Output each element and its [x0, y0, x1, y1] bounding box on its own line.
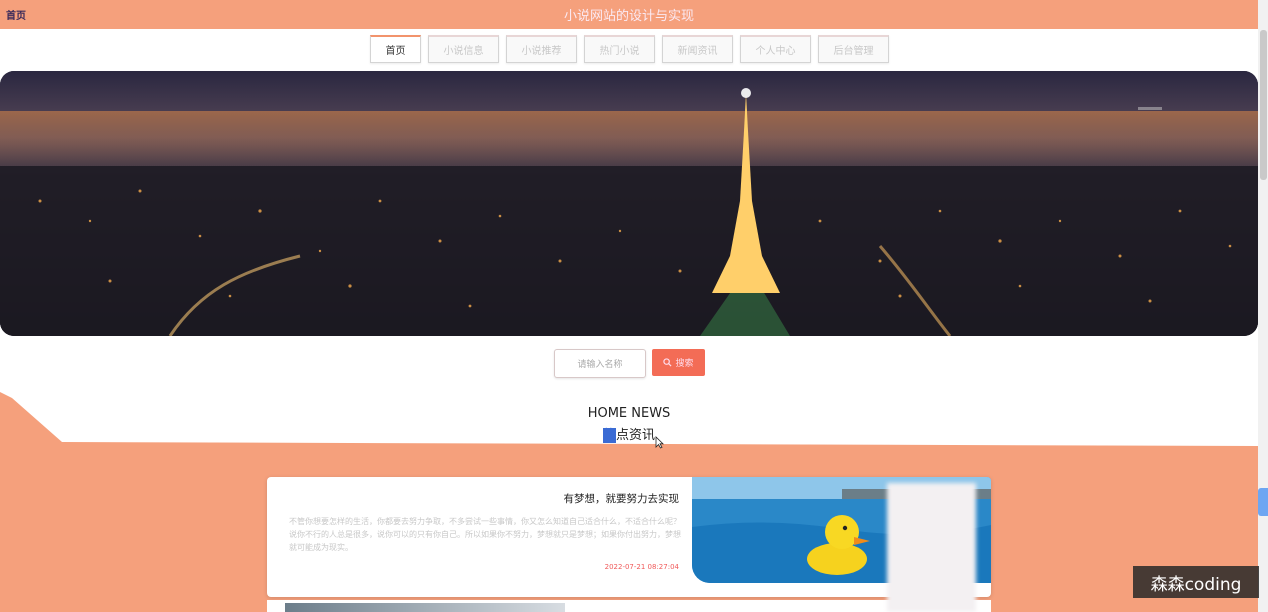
- nav-item-admin[interactable]: 后台管理: [818, 35, 889, 63]
- nav-item-recommend[interactable]: 小说推荐: [506, 35, 577, 63]
- hero-banner[interactable]: [0, 71, 1258, 336]
- side-float-tab[interactable]: [1258, 488, 1268, 516]
- search-icon: [663, 358, 672, 367]
- site-title: 小说网站的设计与实现: [563, 9, 694, 24]
- news-date: 2022-07-21 08:27:04: [604, 563, 679, 571]
- mouse-cursor-icon: [655, 436, 664, 449]
- news-excerpt: 不管你想要怎样的生活，你都要去努力争取，不多尝试一些事情，你又怎么知道自己适合什…: [289, 517, 681, 552]
- nav-item-profile[interactable]: 个人中心: [740, 35, 811, 63]
- news-section-title-en: HOME NEWS: [587, 406, 671, 421]
- nav-item-novels[interactable]: 小说信息: [428, 35, 499, 63]
- nav-item-home[interactable]: 首页: [370, 35, 421, 63]
- scrollbar-thumb[interactable]: [1260, 30, 1267, 180]
- news-card-next-thumbnail: [285, 603, 565, 612]
- news-section-title-cn: 热点资讯: [603, 424, 655, 443]
- main-nav: 首页 小说信息 小说推荐 热门小说 新闻资讯 个人中心 后台管理: [370, 35, 889, 63]
- search-input[interactable]: 请输入名称: [554, 349, 646, 378]
- selected-text: 热: [603, 428, 617, 443]
- nav-item-hot[interactable]: 热门小说: [584, 35, 655, 63]
- nav-item-news[interactable]: 新闻资讯: [662, 35, 733, 63]
- blur-overlay: [887, 483, 976, 612]
- search-button[interactable]: 搜索: [652, 349, 705, 376]
- search-button-label: 搜索: [675, 358, 694, 368]
- header-bar: 首页 小说网站的设计与实现: [0, 0, 1258, 29]
- news-title[interactable]: 有梦想，就要努力去实现: [564, 491, 680, 506]
- news-section-title-cn-rest: 点资讯: [616, 428, 656, 443]
- news-card[interactable]: 有梦想，就要努力去实现 不管你想要怎样的生活，你都要去努力争取，不多尝试一些事情…: [267, 477, 991, 597]
- banner-image: [0, 71, 1258, 336]
- video-watermark: 森森coding: [1133, 566, 1259, 598]
